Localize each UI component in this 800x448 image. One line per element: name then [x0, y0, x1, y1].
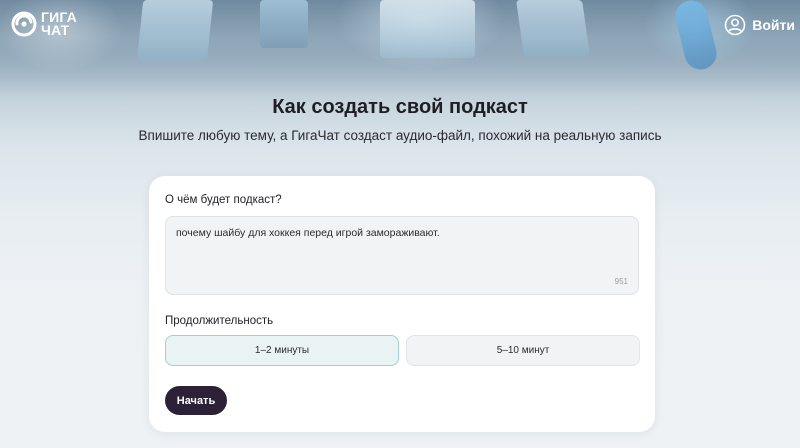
- duration-option-5-10-min[interactable]: 5–10 минут: [406, 335, 640, 366]
- duration-option-label: 1–2 минуты: [254, 345, 310, 356]
- login-label: Войти: [752, 17, 795, 33]
- gigachat-logo-icon: [11, 11, 37, 37]
- gigachat-logo[interactable]: ГИГА ЧАТ: [11, 10, 77, 38]
- user-circle-icon: [724, 14, 746, 36]
- ice-sculpture-decoration: [136, 0, 214, 62]
- duration-option-1-2-min[interactable]: 1–2 минуты: [165, 335, 399, 366]
- topic-text: почему шайбу для хоккея перед игрой замо…: [176, 227, 440, 239]
- login-button[interactable]: Войти: [724, 14, 795, 36]
- page-title: Как создать свой подкаст: [272, 96, 528, 118]
- podcast-form-card: О чём будет подкаст? почему шайбу для хо…: [149, 176, 655, 432]
- logo-wordmark: ГИГА ЧАТ: [41, 10, 77, 38]
- ice-sculpture-decoration: [516, 0, 590, 56]
- char-counter: 951: [614, 277, 628, 286]
- ice-sculpture-decoration: [672, 0, 720, 73]
- start-button[interactable]: Начать: [165, 386, 227, 415]
- logo-line-2: ЧАТ: [41, 22, 70, 38]
- podcast-page: ГИГА ЧАТ Войти Как создать свой подкаст …: [0, 0, 800, 448]
- ice-sculpture-decoration: [380, 0, 475, 58]
- ice-sculpture-decoration: [260, 0, 308, 48]
- start-button-label: Начать: [176, 394, 216, 407]
- duration-option-label: 5–10 минут: [496, 345, 550, 356]
- topic-textarea[interactable]: почему шайбу для хоккея перед игрой замо…: [165, 216, 639, 295]
- duration-label: Продолжительность: [165, 315, 274, 327]
- topic-label: О чём будет подкаст?: [165, 194, 282, 206]
- hero-background: [0, 0, 800, 95]
- page-subtitle: Впишите любую тему, а ГигаЧат создаст ау…: [138, 128, 662, 143]
